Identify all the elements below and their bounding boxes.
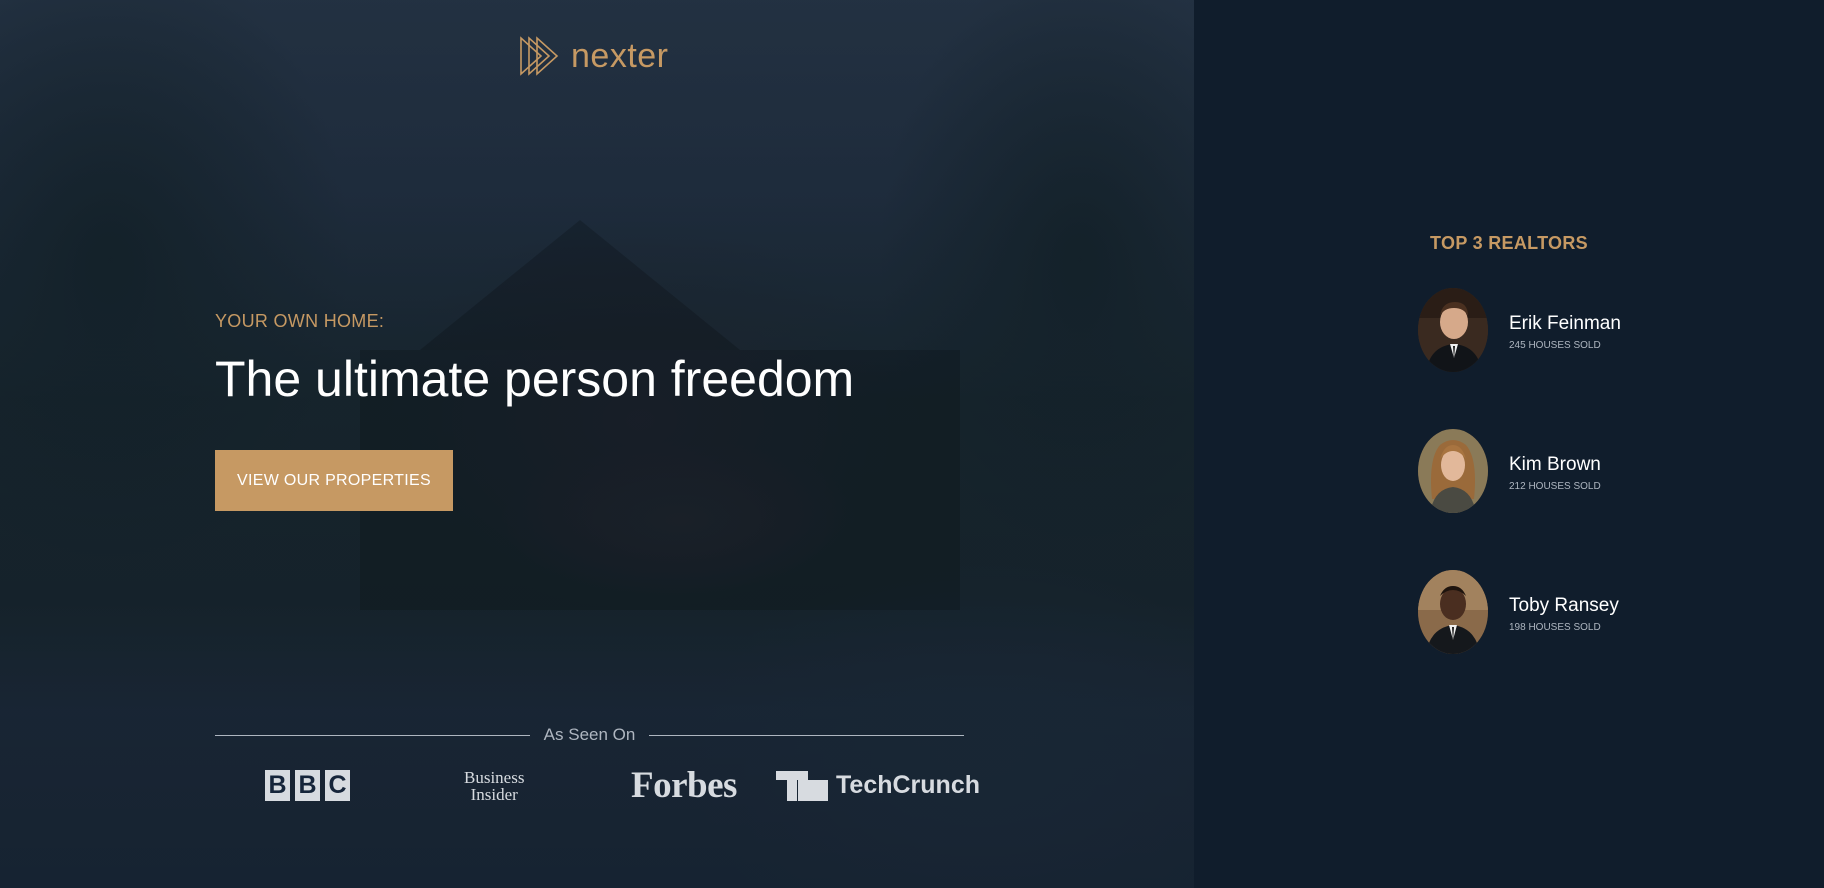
realtor-photo <box>1418 429 1488 513</box>
techcrunch-logo: TechCrunch <box>776 763 980 808</box>
bbc-logo: B B C <box>265 763 350 808</box>
realtor-houses-sold: 212 Houses Sold <box>1509 481 1601 492</box>
realtor-houses-sold: 198 Houses Sold <box>1509 622 1601 633</box>
divider-line-right <box>649 734 965 736</box>
avatar <box>1418 288 1488 372</box>
bbc-letter: C <box>325 770 350 801</box>
bbc-letter: B <box>265 770 290 801</box>
realtor-name: Erik Feinman <box>1509 313 1621 334</box>
brand-logo[interactable]: nexter <box>519 34 669 78</box>
business-insider-line: Insider <box>470 784 518 804</box>
avatar <box>1418 570 1488 654</box>
as-seen-on-divider: As Seen On <box>215 723 965 747</box>
hero-title: The ultimate person freedom <box>215 351 855 407</box>
realtor-card[interactable]: Toby Ransey 198 Houses Sold <box>1418 570 1738 654</box>
realtor-card[interactable]: Erik Feinman 245 Houses Sold <box>1418 288 1738 372</box>
realtor-name: Toby Ransey <box>1509 595 1619 616</box>
realtor-photo <box>1418 288 1488 372</box>
hero-section: nexter Your own home: The ultimate perso… <box>0 0 1194 888</box>
realtors-title: Top 3 Realtors <box>1430 233 1588 253</box>
as-seen-on-label: As Seen On <box>543 725 636 744</box>
business-insider-line: Business <box>464 767 525 787</box>
page: nexter Your own home: The ultimate perso… <box>0 0 1824 888</box>
realtor-photo <box>1418 570 1488 654</box>
forbes-logo: Forbes <box>631 765 737 806</box>
techcrunch-tc-icon <box>776 770 828 801</box>
bbc-letter: B <box>295 770 320 801</box>
realtor-card[interactable]: Kim Brown 212 Houses Sold <box>1418 429 1738 513</box>
realtor-name: Kim Brown <box>1509 454 1601 475</box>
press-logos: B B C Business Insider Forbes TechCrunch <box>215 763 980 808</box>
play-triangles-icon <box>520 36 559 76</box>
top-realtors-panel: Top 3 Realtors Erik Feinman 245 Houses S… <box>1194 0 1824 888</box>
techcrunch-wordmark: TechCrunch <box>836 771 980 799</box>
hero-subtitle: Your own home: <box>215 311 385 331</box>
business-insider-logo: Business Insider <box>464 763 524 808</box>
hero-background-house <box>420 220 740 350</box>
divider-line-left <box>215 734 530 736</box>
brand-name: nexter <box>571 37 669 75</box>
avatar <box>1418 429 1488 513</box>
realtor-houses-sold: 245 Houses Sold <box>1509 340 1601 351</box>
view-properties-button[interactable]: View our properties <box>215 450 453 511</box>
